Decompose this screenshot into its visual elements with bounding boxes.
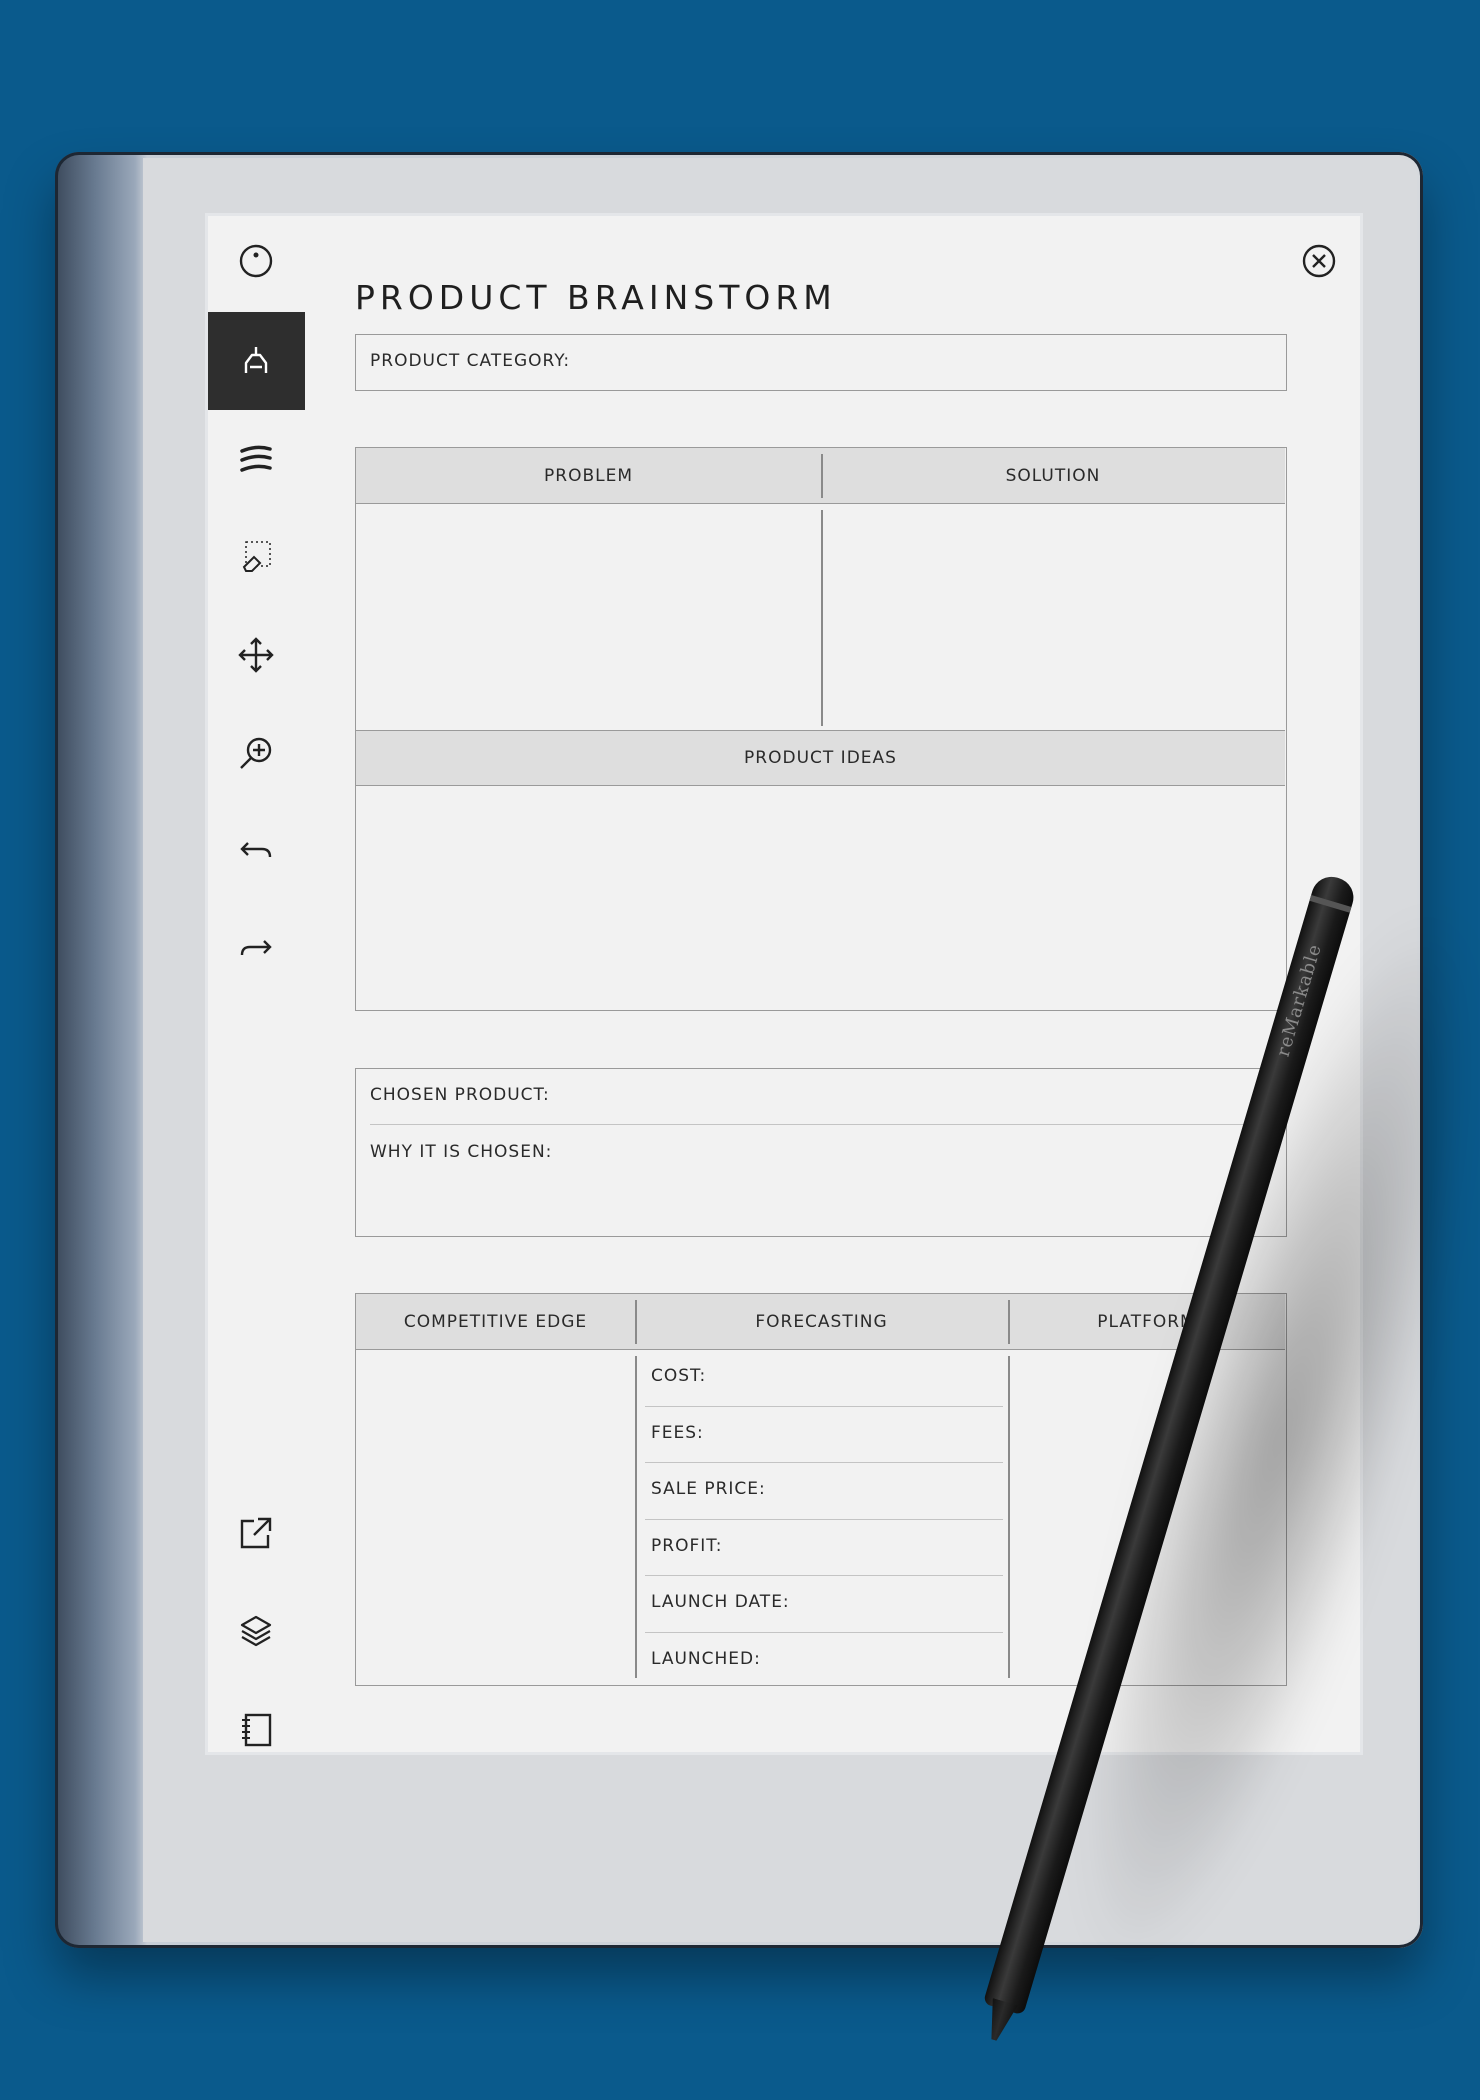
page-title: PRODUCT BRAINSTORM (355, 278, 837, 317)
chosen-product-label: CHOSEN PRODUCT: (370, 1085, 550, 1105)
undo-icon[interactable] (231, 826, 281, 876)
forecasting-label: LAUNCHED: (651, 1648, 761, 1669)
forecasting-label: COST: (651, 1366, 707, 1386)
product-category-label: PRODUCT CATEGORY: (370, 351, 571, 371)
pen-tool-icon[interactable] (231, 336, 281, 386)
header-divider (821, 454, 823, 498)
notebook-icon[interactable] (231, 1704, 281, 1754)
product-ideas-area[interactable] (356, 786, 1285, 1009)
menu-circle-icon[interactable] (231, 236, 281, 286)
forecasting-row[interactable]: PROFIT: (637, 1520, 1008, 1576)
solution-area[interactable] (823, 504, 1285, 730)
forecasting-row[interactable]: SALE PRICE: (637, 1463, 1008, 1520)
forecasting-header: FORECASTING (635, 1294, 1008, 1350)
solution-header: SOLUTION (821, 448, 1285, 504)
zoom-icon[interactable] (231, 728, 281, 778)
stylus-tip (981, 1998, 1017, 2044)
forecasting-row[interactable]: LAUNCH DATE: (637, 1576, 1008, 1633)
eraser-select-icon[interactable] (231, 532, 281, 582)
divider (370, 1124, 1285, 1125)
header-divider (635, 1300, 637, 1344)
problem-area[interactable] (356, 504, 821, 730)
competitive-edge-area[interactable] (356, 1350, 635, 1684)
move-icon[interactable] (231, 630, 281, 680)
problem-solution-section: PROBLEM SOLUTION PRODUCT IDEAS (355, 447, 1287, 1011)
stroke-thickness-icon[interactable] (231, 434, 281, 484)
layers-icon[interactable] (231, 1606, 281, 1656)
forecasting-row[interactable]: LAUNCHED: (637, 1633, 1008, 1690)
forecasting-label: LAUNCH DATE: (651, 1592, 790, 1612)
stylus-band (1309, 895, 1352, 913)
why-chosen-label: WHY IT IS CHOSEN: (370, 1142, 553, 1162)
forecasting-list: COST: FEES: SALE PRICE: PROFIT: LAUNCH DATE:… (637, 1350, 1008, 1684)
competitive-edge-header: COMPETITIVE EDGE (356, 1294, 635, 1350)
close-icon[interactable] (1294, 236, 1344, 286)
forecasting-row[interactable]: COST: (637, 1350, 1008, 1407)
forecasting-row[interactable]: FEES: (637, 1407, 1008, 1463)
product-ideas-header: PRODUCT IDEAS (356, 730, 1285, 786)
forecasting-label: SALE PRICE: (651, 1479, 766, 1499)
problem-header: PROBLEM (356, 448, 821, 504)
product-category-field[interactable]: PRODUCT CATEGORY: (355, 334, 1287, 391)
forecasting-label: PROFIT: (651, 1535, 723, 1556)
header-divider (1008, 1300, 1010, 1344)
redo-icon[interactable] (231, 924, 281, 974)
chosen-product-section[interactable]: CHOSEN PRODUCT: WHY IT IS CHOSEN: (355, 1068, 1287, 1237)
share-icon[interactable] (231, 1508, 281, 1558)
forecasting-label: FEES: (651, 1422, 704, 1443)
